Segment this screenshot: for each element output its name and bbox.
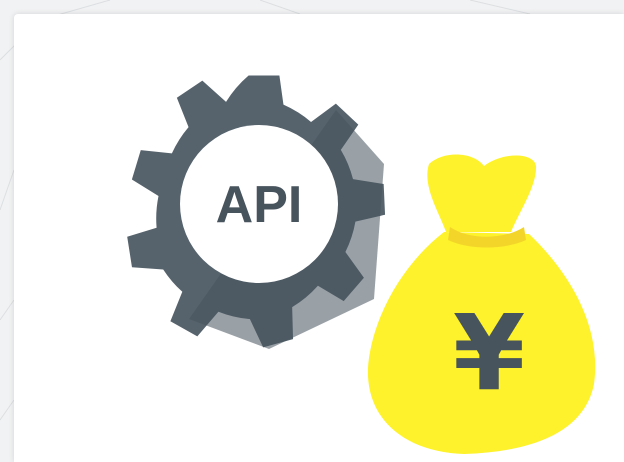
gear-icon: API [127,75,386,349]
api-pricing-card: API ¥ [14,14,624,462]
money-bag-icon: ¥ [367,154,596,454]
api-badge-text: API [216,176,303,234]
currency-symbol: ¥ [453,292,525,414]
api-pricing-illustration: API ¥ [127,75,596,454]
